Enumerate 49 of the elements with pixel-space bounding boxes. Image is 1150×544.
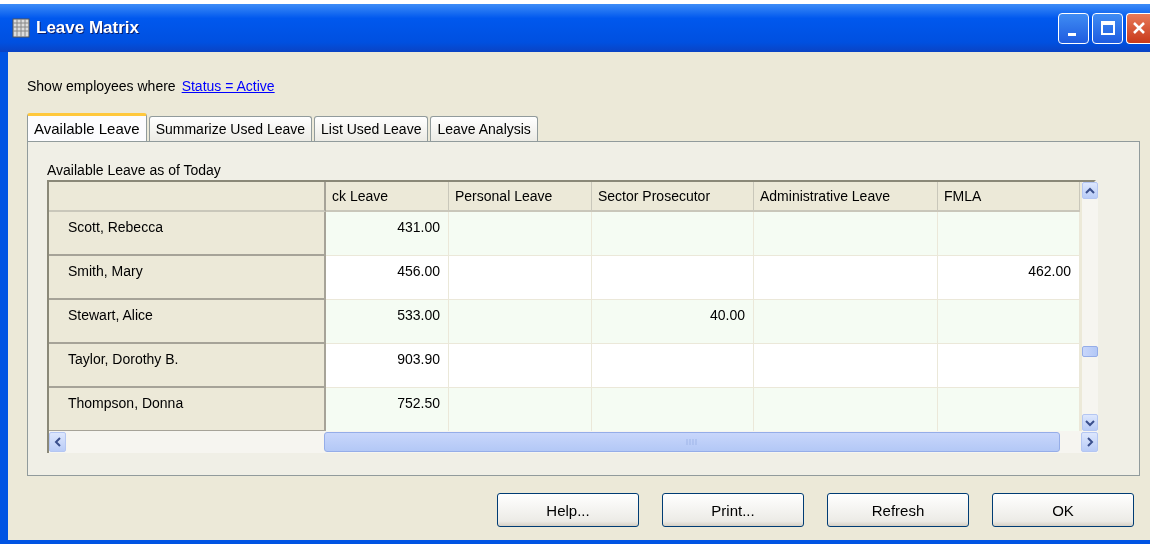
table-cell: 456.00 <box>326 256 449 300</box>
horizontal-scrollbar[interactable] <box>49 431 1098 453</box>
dialog-button[interactable]: Refresh <box>827 493 969 527</box>
column-header[interactable]: Sector Prosecutor <box>592 182 754 212</box>
scroll-thumb[interactable] <box>1082 346 1098 357</box>
scroll-up-button[interactable] <box>1082 182 1098 199</box>
caret-left-icon <box>53 437 62 447</box>
close-icon <box>1130 20 1147 36</box>
minimize-button[interactable] <box>1058 12 1089 44</box>
grip-icon <box>686 438 698 446</box>
column-header[interactable]: FMLA <box>938 182 1080 212</box>
row-header[interactable]: Thompson, Donna <box>49 388 326 431</box>
filter-label: Show employees where <box>27 78 176 94</box>
caret-right-icon <box>1085 437 1094 447</box>
dialog-button[interactable]: OK <box>992 493 1134 527</box>
column-header[interactable]: ck Leave <box>326 182 449 212</box>
scroll-thumb[interactable] <box>324 432 1060 452</box>
row-header[interactable]: Smith, Mary <box>49 256 326 300</box>
table-cell: 462.00 <box>938 256 1080 300</box>
row-header[interactable]: Taylor, Dorothy B. <box>49 344 326 388</box>
table-cell: 903.90 <box>326 344 449 388</box>
maximize-icon <box>1099 20 1116 36</box>
row-header[interactable]: Scott, Rebecca <box>49 212 326 256</box>
column-header[interactable]: Administrative Leave <box>754 182 938 212</box>
panel-caption: Available Leave as of Today <box>47 162 222 180</box>
column-header[interactable]: Personal Leave <box>449 182 592 212</box>
caret-down-icon <box>1085 418 1095 427</box>
row-header[interactable]: Stewart, Alice <box>49 300 326 344</box>
scroll-down-button[interactable] <box>1082 414 1098 431</box>
caret-up-icon <box>1085 186 1095 195</box>
tab[interactable]: Leave Analysis <box>430 116 538 141</box>
dialog-button[interactable]: Print... <box>662 493 804 527</box>
table-cell: 40.00 <box>592 300 754 344</box>
scroll-left-button[interactable] <box>49 432 66 452</box>
maximize-button[interactable] <box>1092 12 1123 44</box>
status-filter-link[interactable]: Status = Active <box>181 78 275 94</box>
table-cell: 533.00 <box>326 300 449 344</box>
close-button[interactable] <box>1126 12 1150 44</box>
tab[interactable]: Available Leave <box>27 113 147 141</box>
dialog-button[interactable]: Help... <box>497 493 639 527</box>
tab[interactable]: Summarize Used Leave <box>148 116 313 141</box>
window-title: Leave Matrix <box>36 18 139 38</box>
tab[interactable]: List Used Leave <box>314 116 429 141</box>
scroll-right-button[interactable] <box>1081 432 1098 452</box>
table-cell: 752.50 <box>326 388 449 431</box>
table-cell: 431.00 <box>326 212 449 256</box>
grid-icon <box>12 18 30 38</box>
minimize-icon <box>1067 32 1076 36</box>
vertical-scrollbar[interactable] <box>1082 182 1098 431</box>
